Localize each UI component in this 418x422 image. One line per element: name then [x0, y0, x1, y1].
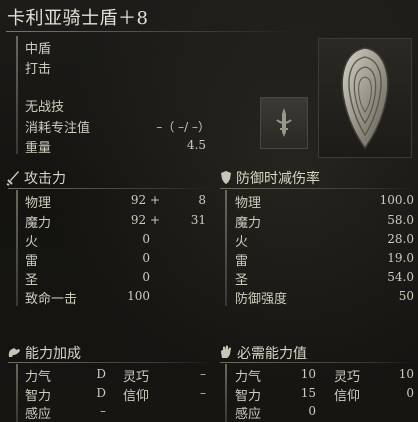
- requirements-header-rule: [220, 362, 416, 363]
- scaling-label-int: 智力: [25, 389, 52, 404]
- weapon-type: 中盾: [25, 42, 52, 57]
- req-label-str: 力气: [235, 370, 262, 385]
- attack-base-critical: 100: [127, 289, 150, 303]
- defense-header-rule: [220, 188, 416, 189]
- attack-label-physical: 物理: [25, 196, 52, 211]
- scaling-value-dex: –: [200, 367, 206, 381]
- item-title: 卡利亚骑士盾＋8: [7, 8, 149, 29]
- defense-label-physical: 物理: [235, 196, 262, 211]
- defense-value-lightning: 19.0: [387, 251, 414, 265]
- req-value-fai: 0: [406, 386, 414, 400]
- defense-value-guard-boost: 50: [398, 289, 414, 303]
- scaling-value-fai: –: [200, 386, 206, 400]
- attack-label-lightning: 雷: [25, 254, 39, 269]
- scaling-value-int: D: [96, 386, 106, 400]
- weight-value: 4.5: [186, 138, 206, 152]
- attack-bonus-physical: 8: [198, 193, 206, 207]
- req-value-arc: 0: [308, 404, 316, 418]
- attack-base-fire: 0: [142, 232, 150, 246]
- req-value-int: 15: [300, 386, 316, 400]
- fp-cost-label: 消耗专注值: [25, 121, 91, 136]
- weight-label: 重量: [25, 141, 52, 156]
- skill-name: 无战技: [25, 100, 65, 115]
- defense-label-magic: 魔力: [235, 216, 262, 231]
- attack-label-magic: 魔力: [25, 216, 52, 231]
- defense-label-fire: 火: [235, 235, 249, 250]
- fp-cost-value: –（ –/ –）: [156, 120, 210, 134]
- defense-label-lightning: 雷: [235, 254, 249, 269]
- req-label-arc: 感应: [235, 407, 262, 422]
- attack-header-rule: [8, 188, 213, 189]
- attack-bar: [16, 190, 18, 306]
- attack-base-magic: 92 +: [130, 213, 160, 227]
- requirements-header: 必需能力值: [237, 346, 307, 362]
- heater-shield-icon: [341, 47, 389, 150]
- defense-value-fire: 28.0: [387, 232, 414, 246]
- scaling-label-arc: 感应: [25, 407, 52, 422]
- sword-icon: [6, 171, 19, 186]
- scaling-bar: [16, 364, 18, 422]
- attack-base-lightning: 0: [142, 251, 150, 265]
- skill-slot[interactable]: [260, 97, 308, 149]
- attack-label-critical: 致命一击: [25, 292, 78, 307]
- info-bar: [16, 36, 18, 154]
- attack-type: 打击: [25, 62, 52, 77]
- attack-base-physical: 92 +: [130, 193, 160, 207]
- scaling-label-str: 力气: [25, 370, 52, 385]
- scaling-value-arc: –: [100, 404, 106, 418]
- req-label-int: 智力: [235, 389, 262, 404]
- defense-value-holy: 54.0: [387, 270, 414, 284]
- attack-base-holy: 0: [142, 270, 150, 284]
- scaling-header-rule: [8, 362, 213, 363]
- defense-bar: [225, 190, 227, 306]
- scaling-label-dex: 灵巧: [123, 370, 150, 385]
- title-divider: [6, 31, 296, 32]
- req-label-fai: 信仰: [334, 389, 361, 404]
- attack-label-holy: 圣: [25, 273, 39, 288]
- attack-header: 攻击力: [24, 171, 66, 187]
- scaling-header: 能力加成: [25, 346, 81, 362]
- attack-bonus-magic: 31: [190, 213, 206, 227]
- arm-flex-icon: [8, 348, 20, 357]
- scaling-label-fai: 信仰: [123, 389, 150, 404]
- hand-icon: [221, 345, 231, 358]
- item-portrait: [318, 38, 412, 158]
- req-value-dex: 10: [398, 367, 414, 381]
- sword-crest-icon: [276, 108, 292, 137]
- req-label-dex: 灵巧: [334, 370, 361, 385]
- defense-label-holy: 圣: [235, 273, 249, 288]
- req-value-str: 10: [300, 367, 316, 381]
- scaling-value-str: D: [96, 367, 106, 381]
- shield-icon: [221, 171, 231, 184]
- requirements-bar: [225, 364, 227, 422]
- defense-label-guard-boost: 防御强度: [235, 292, 288, 307]
- defense-header: 防御时减伤率: [236, 171, 320, 187]
- defense-value-magic: 58.0: [387, 213, 414, 227]
- defense-value-physical: 100.0: [379, 193, 414, 207]
- attack-label-fire: 火: [25, 235, 39, 250]
